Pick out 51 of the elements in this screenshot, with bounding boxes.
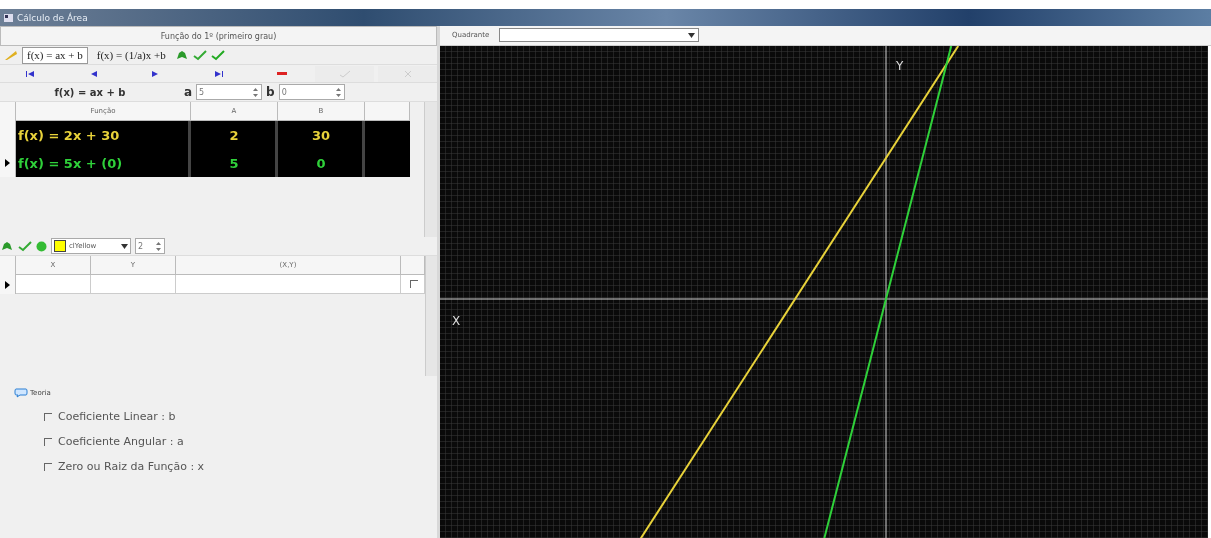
pencil-icon[interactable]	[4, 49, 18, 61]
quadrant-select[interactable]	[499, 28, 700, 43]
a-spin-field[interactable]: 5	[196, 84, 263, 100]
dropdown-icon	[121, 243, 128, 249]
axis-label: Y	[896, 58, 904, 73]
tab[interactable]: f(x) = ax + b	[22, 46, 88, 64]
field-label: a	[184, 85, 193, 99]
width-spin-field[interactable]: 2	[135, 238, 165, 254]
scrollbar[interactable]	[424, 102, 437, 237]
check-icon[interactable]	[210, 49, 225, 61]
table-cell: 5	[191, 149, 278, 177]
check-icon[interactable]	[18, 240, 32, 252]
option-checkbox[interactable]: Coeficiente Linear : b	[44, 410, 437, 423]
table-cell: f(x) = 5x + (0)	[16, 149, 191, 177]
axis-label: X	[452, 313, 461, 328]
table-cell	[365, 149, 410, 177]
b-spin-field[interactable]: 0	[278, 84, 345, 100]
formula-label: f(x) = ax + b	[53, 86, 127, 98]
frog-icon[interactable]	[0, 240, 14, 252]
arrow-icon	[25, 70, 34, 77]
app-icon	[4, 13, 13, 22]
field-label: b	[266, 85, 275, 99]
table-cell: 2	[191, 121, 278, 149]
option-checkbox[interactable]: Zero ou Raiz da Função : x	[44, 460, 437, 473]
circle-icon[interactable]	[36, 240, 47, 252]
spin-arrows-icon[interactable]	[334, 86, 342, 98]
table-cell: f(x) = 2x + 30	[16, 121, 191, 149]
window-title: Cálculo de Área	[17, 12, 88, 23]
spin-arrows-icon[interactable]	[252, 86, 260, 98]
scrollbar[interactable]	[425, 256, 437, 376]
checkbox[interactable]	[410, 280, 418, 288]
minus-icon	[276, 72, 287, 75]
row-pointer-icon	[5, 159, 10, 167]
arrow-icon	[151, 70, 160, 77]
table-cell	[365, 121, 410, 149]
option-checkbox[interactable]: Coeficiente Angular : a	[44, 435, 437, 448]
check-icon[interactable]	[192, 49, 207, 61]
table-cell: 30	[278, 121, 365, 149]
panel-header: Função do 1º (primeiro grau)	[0, 26, 437, 46]
close-icon	[403, 69, 412, 78]
row-indicator[interactable]	[0, 149, 16, 177]
check-icon	[338, 69, 351, 78]
table-cell: 0	[278, 149, 365, 177]
row-pointer-icon	[5, 280, 10, 289]
spin-arrows-icon[interactable]	[155, 240, 162, 252]
arrow-icon	[214, 70, 223, 77]
speech-bubble-icon	[14, 388, 28, 398]
frog-icon[interactable]	[174, 49, 189, 61]
row-indicator[interactable]	[0, 275, 16, 294]
dropdown-icon	[688, 33, 696, 38]
header-cell	[365, 102, 410, 121]
